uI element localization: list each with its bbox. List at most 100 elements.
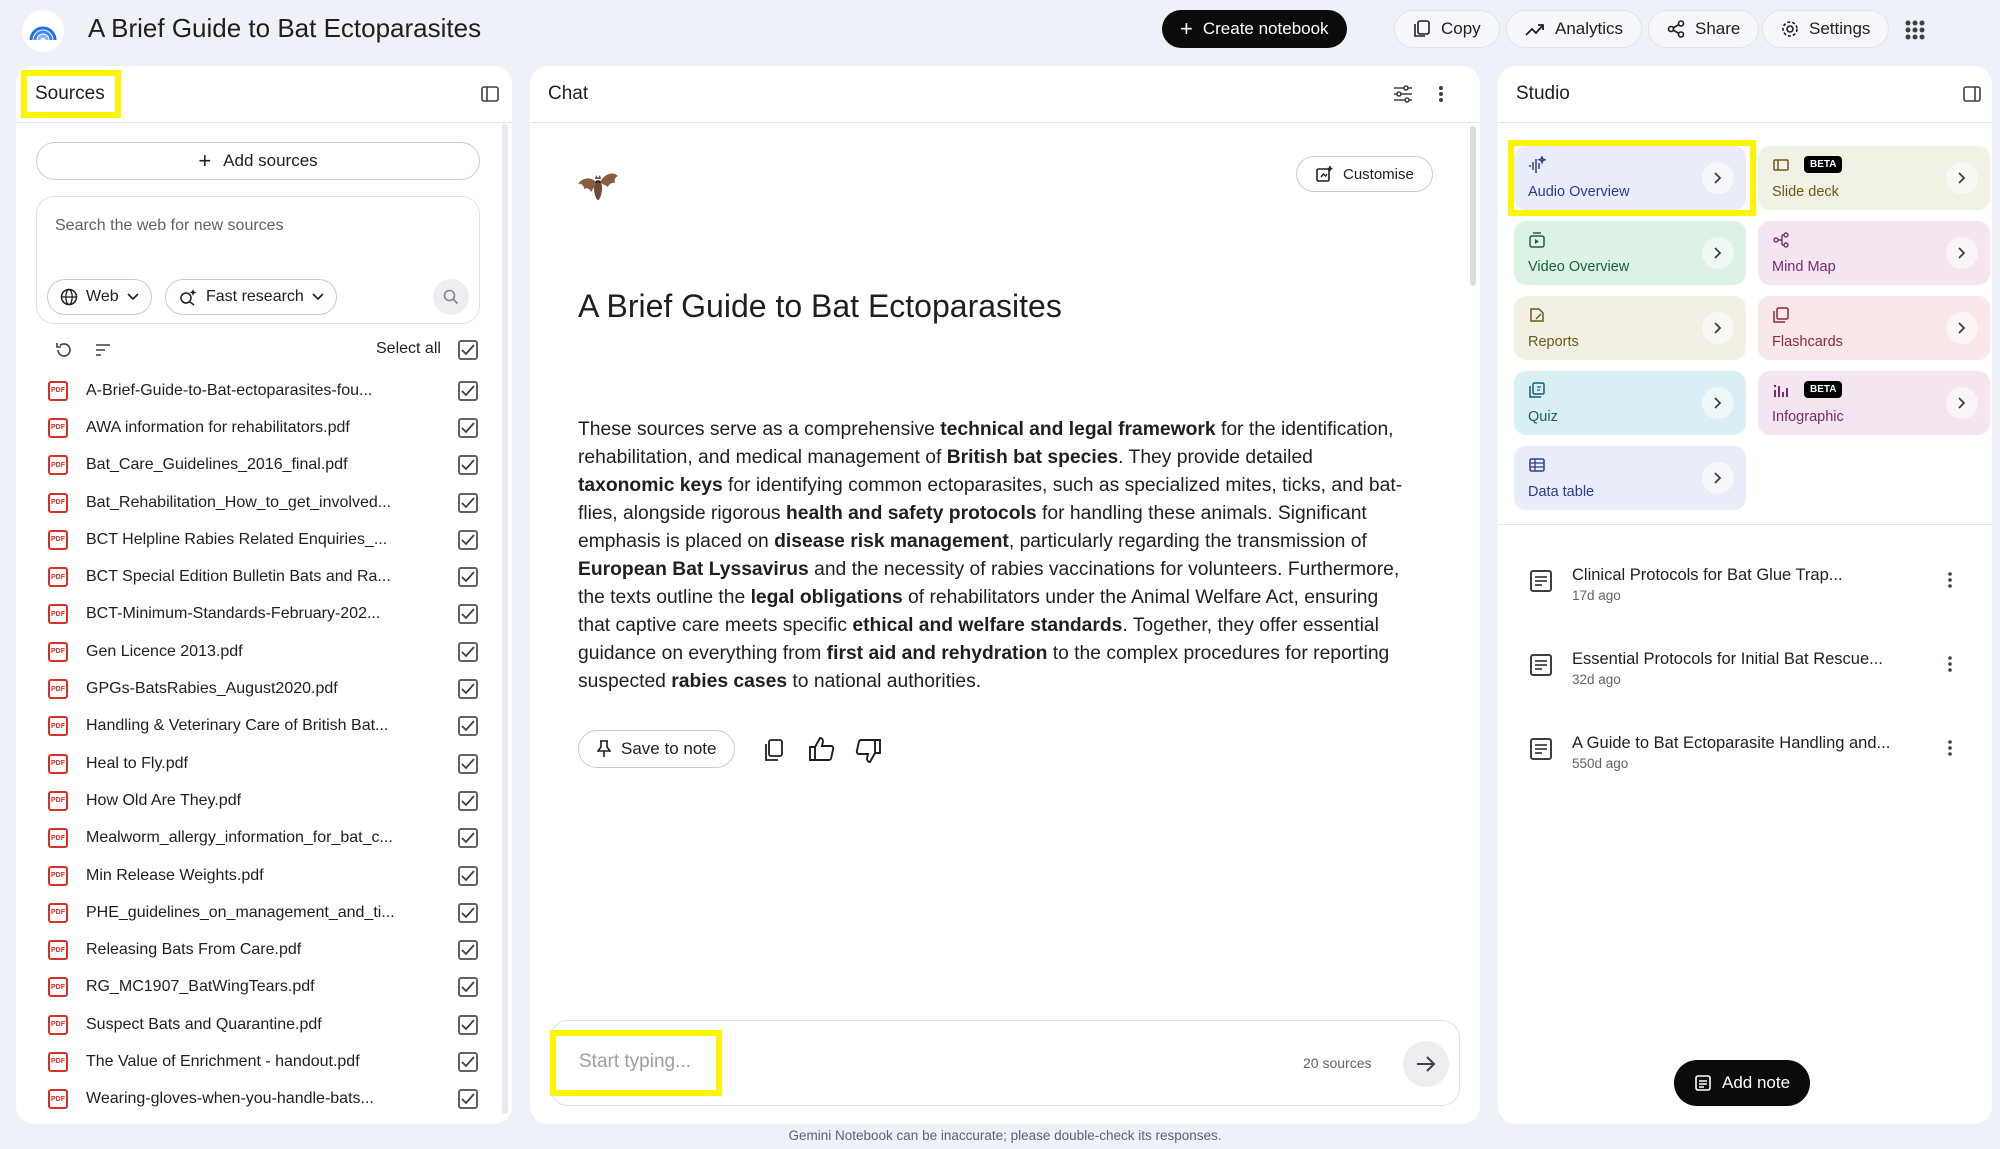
source-item[interactable]: PDF Handling & Veterinary Care of British… [36,708,480,745]
source-item[interactable]: PDF AWA information for rehabilitators.pd… [36,409,480,446]
studio-tile-flashcards[interactable]: Flashcards [1758,296,1990,360]
chevron-right-icon[interactable] [1946,387,1978,419]
add-sources-button[interactable]: + Add sources [36,142,480,180]
source-item[interactable]: PDF GPGs-BatsRabies_August2020.pdf [36,670,480,707]
source-item[interactable]: PDF Releasing Bats From Care.pdf [36,931,480,968]
source-item[interactable]: PDF The Value of Enrichment - handout.pdf [36,1043,480,1080]
chevron-right-icon[interactable] [1702,312,1734,344]
send-button[interactable] [1403,1041,1449,1087]
pdf-file-icon: PDF [48,790,68,811]
select-all-label: Select all [376,340,441,357]
studio-tile-slide-deck[interactable]: BETA Slide deck [1758,146,1990,210]
summary-text: . They provide detailed [1118,447,1313,468]
saved-note[interactable]: Essential Protocols for Initial Bat Resc… [1528,644,1968,704]
customise-button[interactable]: Customise [1296,156,1433,192]
copy-button[interactable]: Copy [1394,10,1500,48]
apps-grid-icon[interactable] [1900,15,1930,45]
collapse-panel-icon[interactable] [1962,84,1982,104]
studio-panel: Studio Audio Overview BETA Slide deck Video… [1498,66,1992,1124]
source-checkbox[interactable] [458,828,478,849]
chat-settings-icon[interactable] [1392,84,1414,104]
collapse-panel-icon[interactable] [480,84,500,104]
analytics-button[interactable]: Analytics [1506,10,1643,48]
saved-note[interactable]: Clinical Protocols for Bat Glue Trap... 1… [1528,560,1968,620]
add-note-button[interactable]: Add note [1674,1060,1811,1106]
source-checkbox[interactable] [458,940,478,961]
source-checkbox[interactable] [458,567,478,588]
save-to-note-button[interactable]: Save to note [578,730,736,768]
studio-tile-label: Mind Map [1772,259,1836,275]
studio-tile-quiz[interactable]: Quiz [1514,371,1746,435]
source-checkbox[interactable] [458,1089,478,1110]
notebook-title[interactable]: A Brief Guide to Bat Ectoparasites [88,12,481,44]
source-item[interactable]: PDF Wearing-gloves-when-you-handle-bats..… [36,1081,480,1118]
source-item[interactable]: PDF BCT-Minimum-Standards-February-202... [36,596,480,633]
chevron-right-icon[interactable] [1702,237,1734,269]
more-vert-icon[interactable] [1438,84,1444,104]
search-input[interactable]: Search the web for new sources [55,217,284,235]
sort-icon[interactable] [94,342,112,358]
source-checkbox[interactable] [458,679,478,700]
research-mode-dropdown[interactable]: Fast research [165,279,337,315]
source-checkbox[interactable] [458,1051,478,1072]
source-checkbox[interactable] [458,380,478,401]
source-item[interactable]: PDF Bat_Care_Guidelines_2016_final.pdf [36,447,480,484]
refresh-icon[interactable] [54,340,74,360]
pdf-file-icon: PDF [48,977,68,998]
source-item[interactable]: PDF Heal to Fly.pdf [36,745,480,782]
share-button[interactable]: Share [1648,10,1760,48]
source-checkbox[interactable] [458,977,478,998]
source-item[interactable]: PDF Bat_Rehabilitation_How_to_get_involve… [36,484,480,521]
chat-scrollbar[interactable] [1470,126,1476,286]
copy-response-icon[interactable] [762,738,786,762]
source-item[interactable]: PDF Mealworm_allergy_information_for_bat_… [36,820,480,857]
studio-tile-icon [1773,384,1788,397]
source-checkbox[interactable] [458,1014,478,1035]
source-checkbox[interactable] [458,641,478,662]
source-item[interactable]: PDF RG_MC1907_BatWingTears.pdf [36,969,480,1006]
select-all-checkbox[interactable] [458,340,478,360]
source-item[interactable]: PDF A-Brief-Guide-to-Bat-ectoparasites-fo… [36,372,480,409]
summary-text: to national authorities. [787,671,982,692]
thumbs-up-icon[interactable] [808,736,836,762]
saved-note[interactable]: A Guide to Bat Ectoparasite Handling and… [1528,728,1968,788]
chevron-right-icon[interactable] [1702,387,1734,419]
source-item[interactable]: PDF Gen Licence 2013.pdf [36,633,480,670]
source-checkbox[interactable] [458,790,478,811]
studio-tile-reports[interactable]: Reports [1514,296,1746,360]
sources-scrollbar[interactable] [502,124,508,1114]
source-checkbox[interactable] [458,455,478,476]
chevron-right-icon[interactable] [1946,237,1978,269]
notebook-logo-icon[interactable] [22,10,64,52]
studio-tile-infographic[interactable]: BETA Infographic [1758,371,1990,435]
source-item[interactable]: PDF BCT Special Edition Bulletin Bats and… [36,558,480,595]
search-submit-button[interactable] [433,279,469,315]
more-vert-icon[interactable] [1940,570,1960,590]
more-vert-icon[interactable] [1940,654,1960,674]
studio-tile-mind-map[interactable]: Mind Map [1758,221,1990,285]
source-checkbox[interactable] [458,902,478,923]
chevron-right-icon[interactable] [1946,312,1978,344]
source-item[interactable]: PDF BCT Helpline Rabies Related Enquiries… [36,521,480,558]
chevron-right-icon[interactable] [1702,462,1734,494]
chevron-right-icon[interactable] [1946,162,1978,194]
sources-panel: Sources + Add sources Search the web for… [16,66,512,1124]
source-item[interactable]: PDF Suspect Bats and Quarantine.pdf [36,1006,480,1043]
source-checkbox[interactable] [458,492,478,513]
web-source-dropdown[interactable]: Web [47,279,152,315]
source-checkbox[interactable] [458,865,478,886]
source-checkbox[interactable] [458,417,478,438]
source-item[interactable]: PDF How Old Are They.pdf [36,782,480,819]
source-item[interactable]: PDF PHE_guidelines_on_management_and_ti..… [36,894,480,931]
create-notebook-button[interactable]: + Create notebook [1162,10,1347,48]
source-checkbox[interactable] [458,716,478,737]
source-checkbox[interactable] [458,604,478,625]
studio-tile-data-table[interactable]: Data table [1514,446,1746,510]
source-item[interactable]: PDF Min Release Weights.pdf [36,857,480,894]
more-vert-icon[interactable] [1940,738,1960,758]
settings-button[interactable]: Settings [1762,10,1890,48]
source-checkbox[interactable] [458,529,478,550]
source-checkbox[interactable] [458,753,478,774]
studio-tile-video-overview[interactable]: Video Overview [1514,221,1746,285]
thumbs-down-icon[interactable] [854,738,882,764]
